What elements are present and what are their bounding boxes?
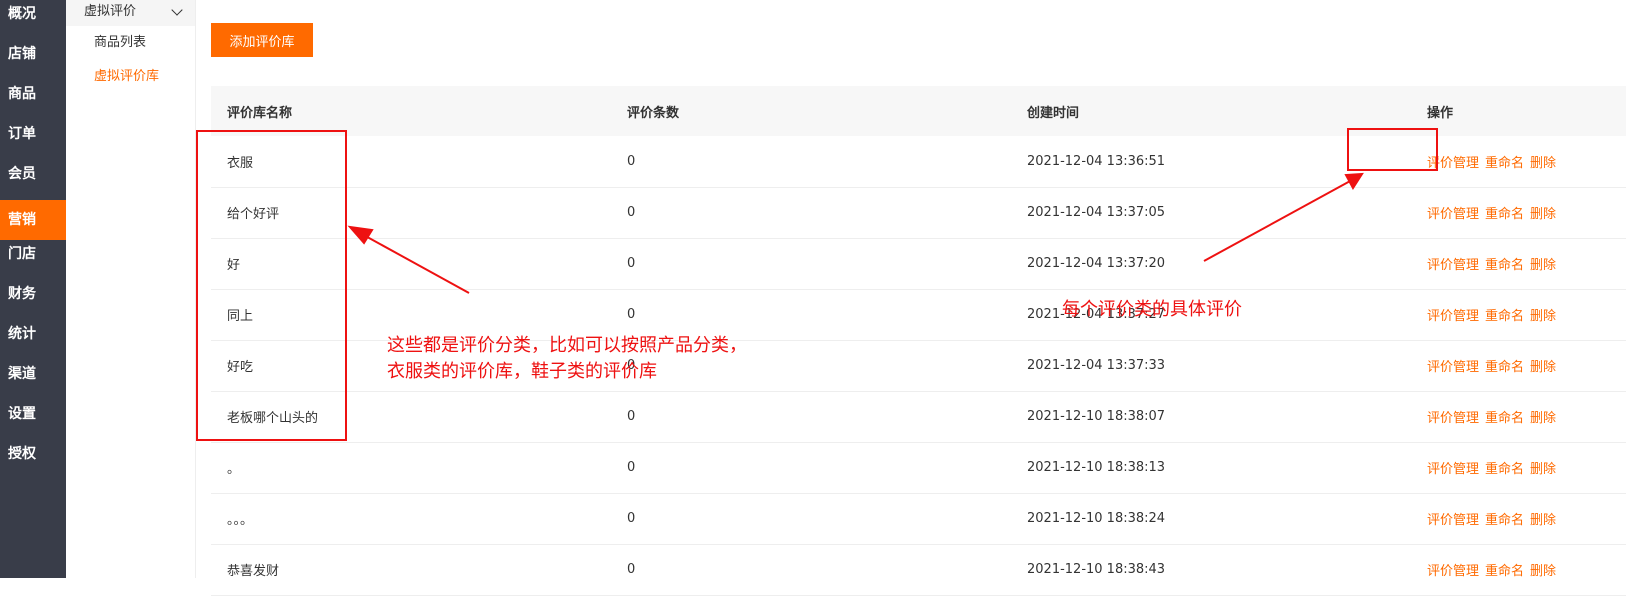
manage-reviews-link[interactable]: 评价管理 <box>1427 309 1479 324</box>
rename-link[interactable]: 重命名 <box>1485 309 1524 324</box>
subnav-item-review-library[interactable]: 虚拟评价库 <box>66 60 195 94</box>
cell-name: 。 <box>227 462 241 477</box>
subnav-group-virtual-reviews[interactable]: 虚拟评价 <box>66 0 195 26</box>
cell-created: 2021-12-10 18:38:24 <box>1027 511 1166 526</box>
nav-item-stats[interactable]: 统计 <box>0 320 66 360</box>
rename-link[interactable]: 重命名 <box>1485 513 1524 528</box>
cell-created: 2021-12-10 18:38:43 <box>1027 562 1166 577</box>
rename-link[interactable]: 重命名 <box>1485 411 1524 426</box>
rename-link[interactable]: 重命名 <box>1485 258 1524 273</box>
cell-actions: 评价管理 重命名 删除 <box>1411 493 1626 544</box>
subnav-group-label: 虚拟评价 <box>84 4 137 19</box>
nav-item-members[interactable]: 会员 <box>0 160 66 200</box>
cell-created: 2021-12-04 13:37:20 <box>1027 256 1166 271</box>
cell-count: 0 <box>627 153 636 169</box>
table-row: 给个好评 0 2021-12-04 13:37:05 评价管理 重命名 删除 <box>211 187 1626 238</box>
subnav-item-product-list[interactable]: 商品列表 <box>66 26 195 60</box>
manage-reviews-link[interactable]: 评价管理 <box>1427 258 1479 273</box>
header-actions: 操作 <box>1427 105 1454 121</box>
cell-count: 0 <box>627 460 636 475</box>
delete-link[interactable]: 删除 <box>1530 207 1556 222</box>
nav-item-stores[interactable]: 门店 <box>0 240 66 280</box>
add-review-library-button[interactable]: 添加评价库 <box>211 23 313 57</box>
chevron-down-icon <box>171 4 183 16</box>
table-row: 老板哪个山头的 0 2021-12-10 18:38:07 评价管理 重命名 删除 <box>211 391 1626 442</box>
cell-actions: 评价管理 重命名 删除 <box>1411 187 1626 238</box>
delete-link[interactable]: 删除 <box>1530 513 1556 528</box>
annotation-text-right: 每个评价类的具体评价 <box>1062 299 1242 320</box>
cell-actions: 评价管理 重命名 删除 <box>1411 289 1626 340</box>
rename-link[interactable]: 重命名 <box>1485 360 1524 375</box>
cell-name: 。。。 <box>227 513 254 528</box>
nav-item-goods[interactable]: 商品 <box>0 80 66 120</box>
nav-item-orders[interactable]: 订单 <box>0 120 66 160</box>
cell-created: 2021-12-10 18:38:13 <box>1027 460 1166 475</box>
table-row: 恭喜发财 0 2021-12-10 18:38:43 评价管理 重命名 删除 <box>211 544 1626 595</box>
annotation-line-2: 衣服类的评价库，鞋子类的评价库 <box>387 361 657 382</box>
delete-link[interactable]: 删除 <box>1530 360 1556 375</box>
annotation-text-left: 这些都是评价分类，比如可以按照产品分类， 衣服类的评价库，鞋子类的评价库 <box>387 333 747 385</box>
main-content: 添加评价库 评价库名称 评价条数 创建时间 操作 衣服 0 2021-12-04 1… <box>211 0 1626 595</box>
nav-item-channels[interactable]: 渠道 <box>0 360 66 400</box>
cell-created: 2021-12-04 13:37:33 <box>1027 358 1166 373</box>
annotation-box-actions <box>1347 128 1438 171</box>
cell-actions: 评价管理 重命名 删除 <box>1411 238 1626 289</box>
manage-reviews-link[interactable]: 评价管理 <box>1427 360 1479 375</box>
main-nav: 概况 店铺 商品 订单 会员 营销 门店 财务 统计 渠道 设置 授权 <box>0 0 66 578</box>
rename-link[interactable]: 重命名 <box>1485 207 1524 222</box>
delete-link[interactable]: 删除 <box>1530 411 1556 426</box>
manage-reviews-link[interactable]: 评价管理 <box>1427 462 1479 477</box>
annotation-line-1: 这些都是评价分类，比如可以按照产品分类， <box>387 335 747 356</box>
nav-item-shop[interactable]: 店铺 <box>0 40 66 80</box>
cell-actions: 评价管理 重命名 删除 <box>1411 391 1626 442</box>
cell-count: 0 <box>627 205 636 220</box>
delete-link[interactable]: 删除 <box>1530 564 1556 579</box>
cell-actions: 评价管理 重命名 删除 <box>1411 340 1626 391</box>
sub-nav: 虚拟评价 商品列表 虚拟评价库 <box>66 0 196 578</box>
cell-actions: 评价管理 重命名 删除 <box>1411 544 1626 595</box>
nav-item-marketing[interactable]: 营销 <box>0 200 66 240</box>
delete-link[interactable]: 删除 <box>1530 156 1556 171</box>
rename-link[interactable]: 重命名 <box>1485 156 1524 171</box>
header-name: 评价库名称 <box>227 105 293 121</box>
manage-reviews-link[interactable]: 评价管理 <box>1427 411 1479 426</box>
table-row: 。 0 2021-12-10 18:38:13 评价管理 重命名 删除 <box>211 442 1626 493</box>
manage-reviews-link[interactable]: 评价管理 <box>1427 564 1479 579</box>
annotation-box-names <box>196 130 347 441</box>
cell-count: 0 <box>627 511 636 526</box>
table-row: 。。。 0 2021-12-10 18:38:24 评价管理 重命名 删除 <box>211 493 1626 544</box>
rename-link[interactable]: 重命名 <box>1485 462 1524 477</box>
cell-created: 2021-12-10 18:38:07 <box>1027 409 1166 424</box>
manage-reviews-link[interactable]: 评价管理 <box>1427 513 1479 528</box>
delete-link[interactable]: 删除 <box>1530 258 1556 273</box>
nav-item-settings[interactable]: 设置 <box>0 400 66 440</box>
header-count: 评价条数 <box>627 105 680 121</box>
delete-link[interactable]: 删除 <box>1530 309 1556 324</box>
nav-item-overview[interactable]: 概况 <box>0 0 66 40</box>
cell-actions: 评价管理 重命名 删除 <box>1411 442 1626 493</box>
cell-count: 0 <box>627 256 636 271</box>
cell-actions: 评价管理 重命名 删除 <box>1411 136 1626 187</box>
cell-count: 0 <box>627 562 636 577</box>
cell-name: 恭喜发财 <box>227 564 280 579</box>
manage-reviews-link[interactable]: 评价管理 <box>1427 207 1479 222</box>
delete-link[interactable]: 删除 <box>1530 462 1556 477</box>
table-row: 好 0 2021-12-04 13:37:20 评价管理 重命名 删除 <box>211 238 1626 289</box>
rename-link[interactable]: 重命名 <box>1485 564 1524 579</box>
nav-item-finance[interactable]: 财务 <box>0 280 66 320</box>
cell-count: 0 <box>627 409 636 424</box>
nav-item-authorize[interactable]: 授权 <box>0 440 66 480</box>
cell-created: 2021-12-04 13:37:05 <box>1027 205 1166 220</box>
